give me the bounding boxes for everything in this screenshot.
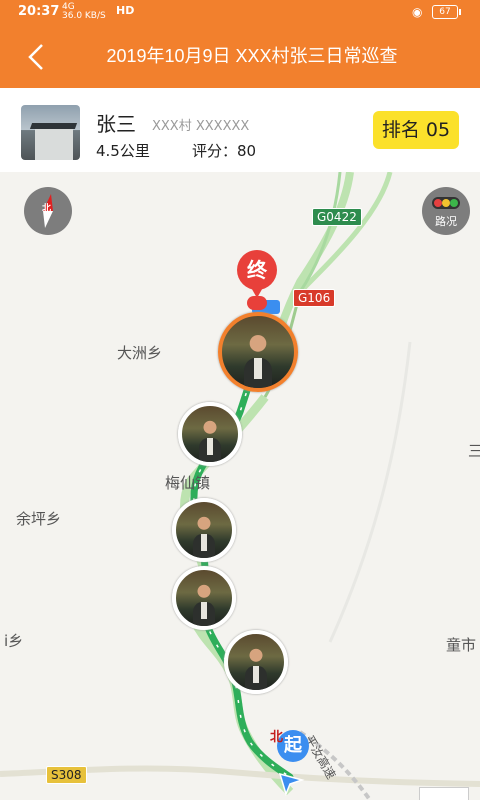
- back-button[interactable]: [22, 42, 52, 72]
- chevron-left-icon: [28, 44, 43, 70]
- hd-indicator: HD: [116, 4, 135, 17]
- battery-icon: 67: [432, 5, 461, 19]
- checkpoint-photo[interactable]: [224, 630, 288, 694]
- checkpoint-photo[interactable]: [218, 312, 298, 392]
- compass-button[interactable]: 北: [24, 187, 72, 235]
- place-label: 余坪乡: [16, 510, 62, 528]
- scale-control[interactable]: [419, 787, 469, 800]
- checkpoint-photo[interactable]: [172, 566, 236, 630]
- end-label: 终: [237, 250, 277, 290]
- user-name: 张三: [96, 112, 136, 136]
- checkpoint-photo[interactable]: [172, 498, 236, 562]
- traffic-button[interactable]: 路况: [422, 187, 470, 235]
- road-sign: G106: [293, 289, 336, 307]
- status-time: 20:37: [18, 4, 60, 19]
- network-indicator: 4G 36.0 KB/S: [62, 2, 106, 21]
- lock-icon: ◉: [412, 5, 423, 19]
- avatar: [21, 105, 80, 160]
- location-arrow-icon: [278, 772, 305, 796]
- end-marker[interactable]: 终: [236, 250, 278, 310]
- place-label: 三: [468, 442, 480, 460]
- place-label: 大洲乡: [117, 344, 163, 362]
- distance-value: 4.5公里: [96, 142, 150, 160]
- traffic-light-icon: [432, 197, 460, 209]
- app-header: 2019年10月9日 XXX村张三日常巡查: [0, 24, 480, 88]
- user-village: XXX村 XXXXXX: [152, 119, 250, 134]
- place-label: 童市: [446, 636, 477, 654]
- status-bar: 20:37 4G 36.0 KB/S HD ◉ 67: [0, 0, 480, 24]
- rank-badge[interactable]: 排名 05: [373, 111, 459, 149]
- start-north-label: 北: [270, 730, 284, 745]
- checkpoint-photo[interactable]: [178, 402, 242, 466]
- page-title: 2019年10月9日 XXX村张三日常巡查: [106, 46, 398, 66]
- road-sign: S308: [46, 766, 87, 784]
- place-label: 梅仙镇: [165, 474, 211, 492]
- traffic-label: 路况: [435, 215, 457, 228]
- road-sign: G0422: [312, 208, 362, 226]
- map-view[interactable]: 大洲乡 梅仙镇 余坪乡 i乡 童市 三 平汝高速 G0422 G106 S308…: [0, 172, 480, 800]
- score-value: 评分：80: [192, 142, 257, 160]
- compass-label: 北: [42, 204, 52, 214]
- profile-card: 张三 XXX村 XXXXXX 4.5公里 评分：80 排名 05: [0, 88, 480, 172]
- place-label: i乡: [4, 632, 24, 650]
